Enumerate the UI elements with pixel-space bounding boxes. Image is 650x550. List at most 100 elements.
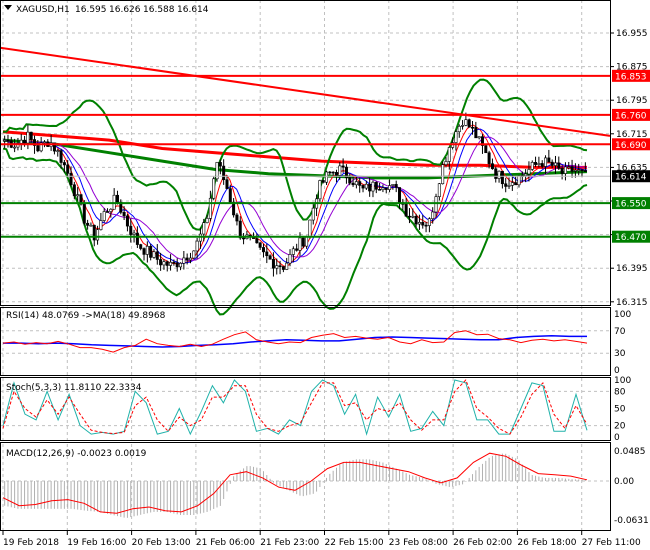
candle [583,170,587,172]
candle [96,229,100,241]
rsi-tick-label: 30 [614,349,626,359]
candle [36,145,40,152]
candle [497,170,501,179]
macd-title: MACD(12,26,9) -0.0023 0.0019 [6,449,147,459]
candle [19,139,23,144]
candle [537,163,541,165]
symbol-label: XAGUSD,H1 [16,5,70,15]
candle [398,187,402,203]
stoch-tick-label: 0 [614,433,620,443]
x-tick-label: 21 Feb 06:00 [196,538,255,548]
stoch-title: Stoch(5,3,3) 11.8110 22.3334 [6,383,142,393]
candle [447,147,451,162]
candle [235,214,239,222]
candle [222,165,226,180]
candle [504,183,508,187]
price-tick-label: 16.795 [616,96,648,106]
candle [381,187,385,191]
candle [305,236,309,247]
x-tick-label: 22 Feb 15:00 [325,538,384,548]
candle [165,261,169,266]
candle [437,183,441,197]
candle [474,127,478,139]
candle [311,207,315,221]
candle [394,184,398,188]
stoch-tick-label: 80 [614,387,626,397]
rsi-tick-label: 70 [614,327,626,337]
ohlc-close: 16.614 [177,5,209,15]
candle [62,162,66,166]
candle [142,248,146,255]
dropdown-triangle-icon[interactable] [4,5,12,10]
candle [76,194,80,197]
candle [72,184,76,197]
candle [414,215,418,225]
candle [540,163,544,167]
price-tick-label: 16.315 [616,298,648,308]
candle [391,184,395,186]
candle [172,261,176,264]
candle [524,173,528,176]
candle [434,196,438,213]
candle [351,182,355,186]
macd-tick-label: 0.00 [614,477,634,487]
candle [125,215,129,227]
candle [431,211,435,220]
candle [334,172,338,176]
candle [331,171,335,174]
candle [26,131,30,144]
candle [384,187,388,190]
macd-tick-label: -0.0631 [614,516,649,526]
candle [288,254,292,264]
rsi-tick-label: 100 [614,310,631,320]
candle [295,248,299,251]
candle [205,218,209,223]
candle [192,250,196,259]
candle [106,211,110,213]
candle [169,261,173,266]
candle [271,258,275,269]
candle [175,262,179,268]
candle [298,237,302,251]
fast-ma-red [2,124,588,268]
stoch-tick-label: 100 [614,376,631,386]
x-tick-label: 19 Feb 16:00 [67,538,126,548]
candle [544,157,548,167]
candle [454,131,458,143]
macd-tick-label: 0.0485 [614,447,646,457]
candle [145,245,149,255]
candle [457,125,461,133]
candle [407,215,411,218]
candle [338,165,342,176]
x-tick-label: 19 Feb 2018 [3,538,59,548]
candle [92,224,96,241]
x-tick-label: 20 Feb 13:00 [132,538,191,548]
candle [56,150,60,152]
candle [321,180,325,183]
candle [318,180,322,200]
candle [471,126,475,129]
candle [534,162,538,165]
candle [188,257,192,261]
candle [477,136,481,139]
rsi-tick-label: 0 [614,366,620,376]
candle [82,203,86,224]
ohlc-open: 16.595 [75,5,107,15]
candle [6,139,10,142]
candle [550,161,554,166]
candle [371,181,375,192]
candle [507,185,511,187]
candle [268,255,272,260]
candle [291,248,295,255]
candle [69,173,73,186]
candle [278,265,282,267]
candle [202,222,206,235]
candle [195,240,199,252]
candle [580,169,584,171]
rsi-ma-line [3,335,587,348]
candle [258,242,262,248]
candle [411,215,415,218]
candle [328,171,332,174]
x-tick-label: 23 Feb 08:00 [389,538,448,548]
candle [109,208,113,212]
